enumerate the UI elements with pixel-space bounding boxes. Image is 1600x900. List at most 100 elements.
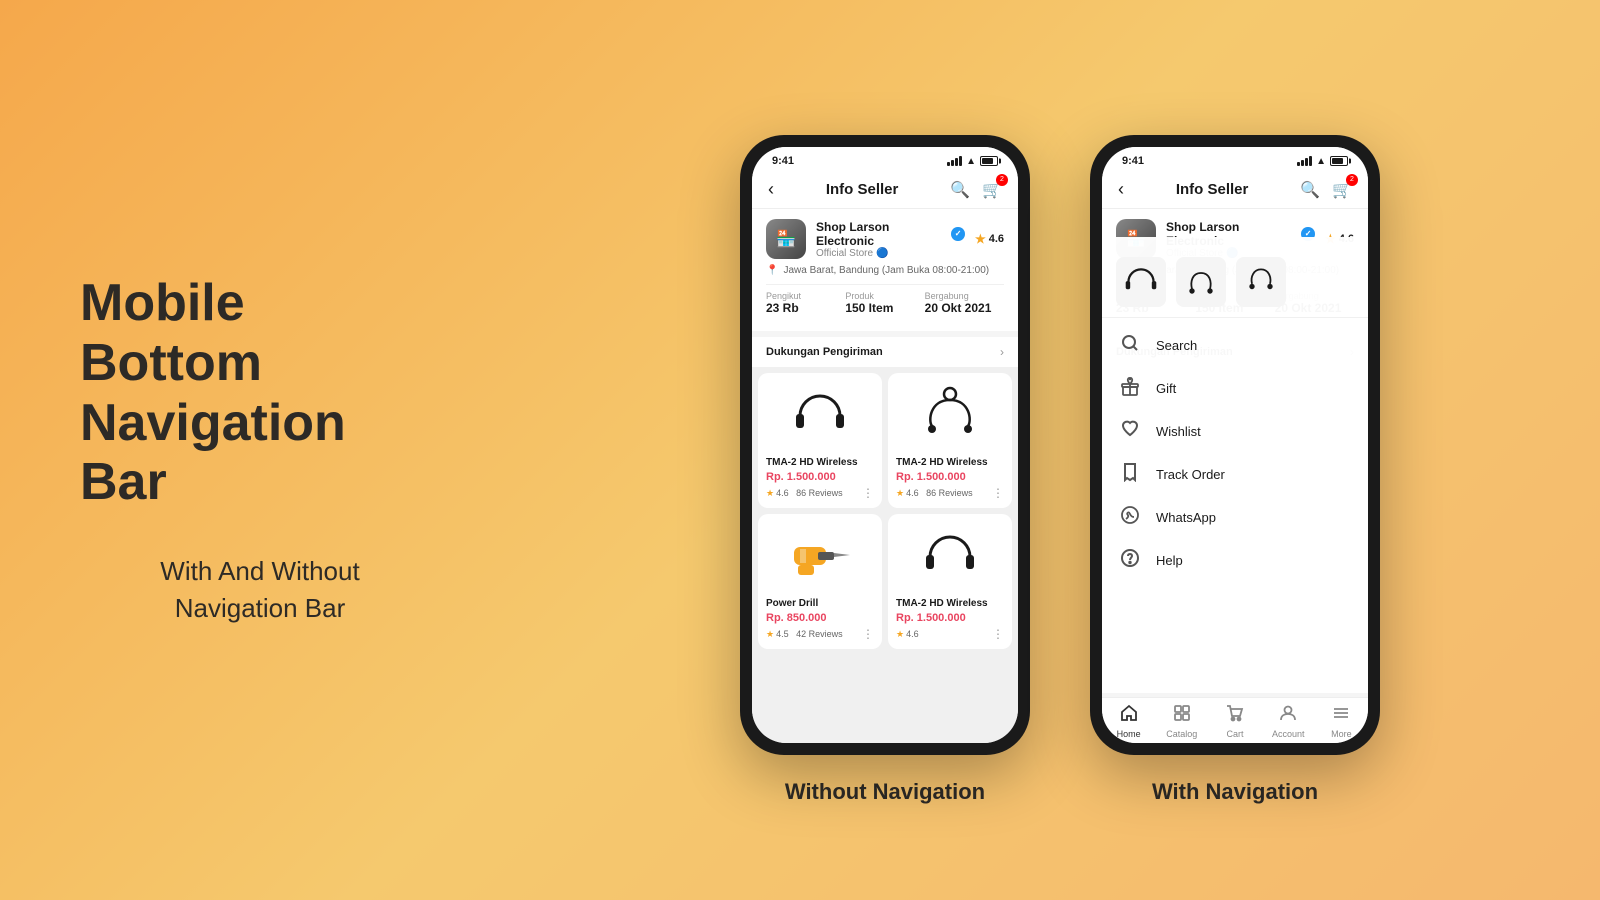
stat-produk-1: Produk 150 Item [845,291,924,315]
status-icons-1: ▲ [947,156,998,167]
phone2-label: With Navigation [1152,779,1318,805]
product-img-2 [896,381,1004,451]
menu-item-search[interactable]: Search [1102,324,1368,367]
dropdown-overlay: Search [1102,237,1368,693]
battery-icon-2 [1330,156,1348,166]
menu-item-wishlist[interactable]: Wishlist [1102,410,1368,453]
menu-item-whatsapp[interactable]: WhatsApp [1102,496,1368,539]
product-footer-4: ★ 4.6 ⋮ [896,627,1004,641]
menu-label-search: Search [1156,338,1197,353]
nav-icons-2: 🔍 🛒 2 [1300,180,1352,200]
gift-menu-icon [1118,376,1142,401]
nav-item-account[interactable]: Account [1262,704,1315,739]
product-card-1[interactable]: TMA-2 HD Wireless Rp. 1.500.000 ★ 4.6 86… [758,373,882,508]
seller-info-1: 🏪 Shop Larson Electronic ✓ Official Stor… [752,209,1018,331]
cart-badge-2: 2 [1346,174,1358,186]
stat-value-pengikut-1: 23 Rb [766,301,845,315]
main-title: Mobile Bottom Navigation Bar [80,274,440,513]
bottom-nav-2: Home Catalog [1102,697,1368,743]
more-dots-icon-3[interactable]: ⋮ [862,627,874,641]
cart-icon-1[interactable]: 🛒 2 [982,180,1002,200]
nav-item-home[interactable]: Home [1102,704,1155,739]
dropdown-thumb-3 [1236,257,1286,307]
nav-item-catalog[interactable]: Catalog [1155,704,1208,739]
account-nav-icon [1279,704,1297,727]
catalog-nav-icon [1173,704,1191,727]
time-2: 9:41 [1122,155,1144,167]
back-button-1[interactable]: ‹ [768,179,774,200]
chevron-right-icon-1: › [1000,345,1004,359]
product-card-3[interactable]: Power Drill Rp. 850.000 ★ 4.5 42 Reviews… [758,514,882,649]
verified-icon-1: ✓ [951,227,965,241]
product-footer-2: ★ 4.6 86 Reviews ⋮ [896,486,1004,500]
back-button-2[interactable]: ‹ [1118,179,1124,200]
menu-label-wishlist: Wishlist [1156,424,1201,439]
battery-icon-1 [980,156,998,166]
location-icon-1: 📍 [766,265,778,276]
help-menu-icon [1118,548,1142,573]
search-icon-1[interactable]: 🔍 [950,180,970,200]
whatsapp-menu-icon [1118,505,1142,530]
more-dots-icon-1[interactable]: ⋮ [862,486,874,500]
status-bar-2: 9:41 ▲ [1102,147,1368,171]
product-footer-1: ★ 4.6 86 Reviews ⋮ [766,486,874,500]
dropdown-thumb-2 [1176,257,1226,307]
store-badge-icon-1: 🔵 [876,248,888,259]
nav-item-cart[interactable]: Cart [1208,704,1261,739]
dropdown-earphones-icon [1183,264,1219,300]
menu-item-help[interactable]: Help [1102,539,1368,582]
seller-header-1: 🏪 Shop Larson Electronic ✓ Official Stor… [766,219,1004,259]
product-img-4 [896,522,1004,592]
account-nav-label: Account [1272,729,1305,739]
product-name-1: TMA-2 HD Wireless [766,457,874,468]
phone1-wrapper: 9:41 ▲ ‹ Info Seller [740,135,1030,805]
shipping-text-1: Dukungan Pengiriman [766,346,883,358]
nav-title-1: Info Seller [826,181,899,198]
phone1-screen: 9:41 ▲ ‹ Info Seller [752,147,1018,743]
cart-nav-label: Cart [1227,729,1244,739]
signal-icon-2 [1297,156,1312,166]
phones-container: 9:41 ▲ ‹ Info Seller [520,95,1600,805]
phone2-wrapper: 9:41 ▲ ‹ Info Seller [1090,135,1380,805]
cart-icon-2[interactable]: 🛒 2 [1332,180,1352,200]
products-area-1[interactable]: TMA-2 HD Wireless Rp. 1.500.000 ★ 4.6 86… [752,367,1018,743]
seller-details-1: Shop Larson Electronic ✓ Official Store … [816,220,965,259]
menu-label-track: Track Order [1156,467,1225,482]
more-dots-icon-4[interactable]: ⋮ [992,627,1004,641]
stat-pengikut-1: Pengikut 23 Rb [766,291,845,315]
product-img-1 [766,381,874,451]
more-nav-label: More [1331,729,1352,739]
search-icon-2[interactable]: 🔍 [1300,180,1320,200]
menu-item-gift[interactable]: Gift [1102,367,1368,410]
product-card-4[interactable]: TMA-2 HD Wireless Rp. 1.500.000 ★ 4.6 ⋮ [888,514,1012,649]
dropdown-earphone2-icon [1243,264,1279,300]
drill-icon-1 [790,527,850,587]
shipping-row-1[interactable]: Dukungan Pengiriman › [752,337,1018,367]
product-name-4: TMA-2 HD Wireless [896,598,1004,609]
top-nav-2: ‹ Info Seller 🔍 🛒 2 [1102,171,1368,209]
stat-value-bergabung-1: 20 Okt 2021 [925,301,1004,315]
nav-item-more[interactable]: More [1315,704,1368,739]
stat-bergabung-1: Bergabung 20 Okt 2021 [925,291,1004,315]
product-rating-3: ★ 4.5 42 Reviews [766,629,843,640]
dropdown-menu: Search [1102,324,1368,582]
menu-label-whatsapp: WhatsApp [1156,510,1216,525]
time-1: 9:41 [772,155,794,167]
home-nav-icon [1120,704,1138,727]
product-rating-4: ★ 4.6 [896,629,919,640]
hero-text-section: Mobile Bottom Navigation Bar With And Wi… [0,214,520,686]
product-card-2[interactable]: TMA-2 HD Wireless Rp. 1.500.000 ★ 4.6 86… [888,373,1012,508]
nav-title-2: Info Seller [1176,181,1249,198]
top-nav-1: ‹ Info Seller 🔍 🛒 2 [752,171,1018,209]
headphones-icon-2 [920,527,980,587]
menu-label-help: Help [1156,553,1183,568]
product-price-1: Rp. 1.500.000 [766,471,874,483]
menu-item-track[interactable]: Track Order [1102,453,1368,496]
product-name-3: Power Drill [766,598,874,609]
nav-icons-1: 🔍 🛒 2 [950,180,1002,200]
more-dots-icon-2[interactable]: ⋮ [992,486,1004,500]
product-name-2: TMA-2 HD Wireless [896,457,1004,468]
rating-1: ★ 4.6 [975,232,1004,246]
wifi-icon-1: ▲ [966,156,976,167]
status-bar-1: 9:41 ▲ [752,147,1018,171]
